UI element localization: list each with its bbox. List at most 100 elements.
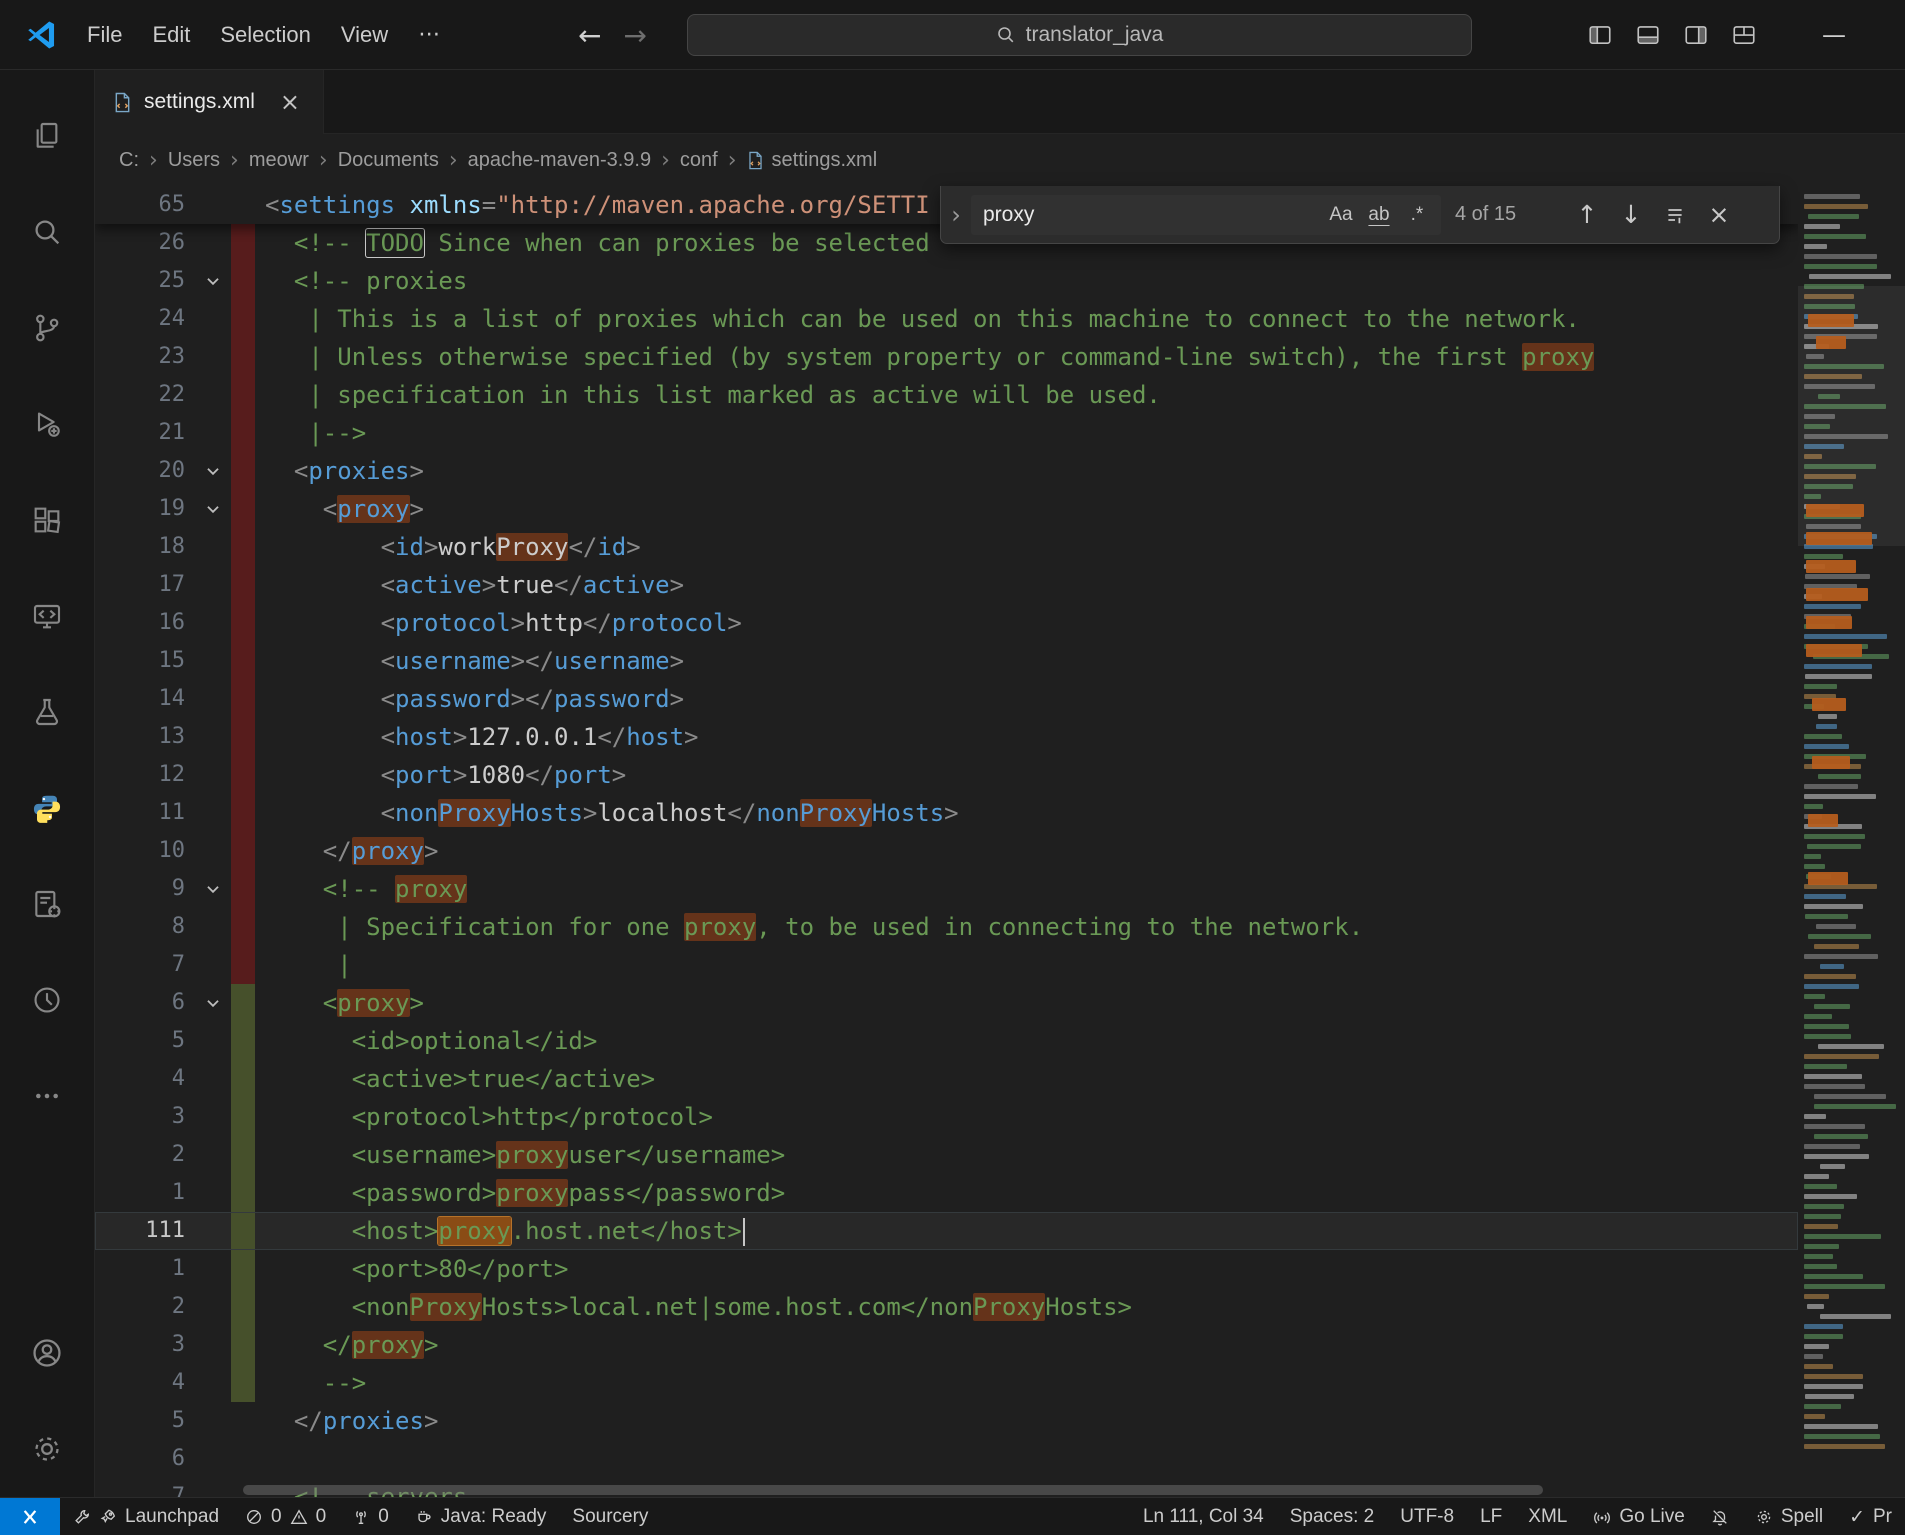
source-control-icon[interactable] [0,280,95,376]
code-line[interactable]: 14 <password></password> [95,680,1798,718]
editor[interactable]: 65 <settings xmlns="http://maven.apache.… [95,186,1798,1497]
status-encoding[interactable]: UTF-8 [1387,1498,1467,1535]
customize-layout-icon[interactable] [1724,15,1764,55]
line-number[interactable]: 15 [95,642,195,680]
code-line[interactable]: 4 --> [95,1364,1798,1402]
status-sourcery[interactable]: Sourcery [559,1498,661,1535]
line-number[interactable]: 20 [95,452,195,490]
forward-button[interactable]: → [623,19,646,52]
code-line[interactable]: 8 | Specification for one proxy, to be u… [95,908,1798,946]
line-number[interactable]: 22 [95,376,195,414]
line-number[interactable]: 24 [95,300,195,338]
line-number[interactable]: 4 [95,1060,195,1098]
code-line[interactable]: 15 <username></username> [95,642,1798,680]
code-line[interactable]: 111 <host>proxy.host.net</host> [95,1212,1798,1250]
status-language-mode[interactable]: XML [1515,1498,1580,1535]
line-number[interactable]: 25 [95,262,195,300]
fold-chevron-icon[interactable] [195,870,231,908]
account-icon[interactable] [0,1305,95,1401]
line-number[interactable]: 23 [95,338,195,376]
testing-icon[interactable] [0,664,95,760]
line-number[interactable]: 8 [95,908,195,946]
code-line[interactable]: 5 </proxies> [95,1402,1798,1440]
fold-chevron-icon[interactable] [195,490,231,528]
line-number[interactable]: 12 [95,756,195,794]
line-number[interactable]: 111 [95,1212,195,1250]
code-line[interactable]: 12 <port>1080</port> [95,756,1798,794]
line-number[interactable]: 6 [95,984,195,1022]
toggle-secondary-sidebar-icon[interactable] [1676,15,1716,55]
code-line[interactable]: 3 </proxy> [95,1326,1798,1364]
line-number[interactable]: 2 [95,1288,195,1326]
code-line[interactable]: 6 <proxy> [95,984,1798,1022]
minimize-window-button[interactable]: — [1806,0,1862,70]
fold-chevron-icon[interactable] [195,452,231,490]
line-number[interactable]: 17 [95,566,195,604]
close-find-button[interactable]: × [1697,195,1741,235]
code-line[interactable]: 1 <password>proxypass</password> [95,1174,1798,1212]
code-line[interactable]: 5 <id>optional</id> [95,1022,1798,1060]
toggle-panel-icon[interactable] [1628,15,1668,55]
code-line[interactable]: 16 <protocol>http</protocol> [95,604,1798,642]
breadcrumb-item[interactable]: C: [119,149,139,172]
breadcrumb-item[interactable]: Users [168,149,220,172]
match-case-button[interactable]: Aa [1323,199,1359,231]
next-match-button[interactable]: ↓ [1609,195,1653,235]
code-line[interactable]: 6 [95,1440,1798,1478]
status-prettier[interactable]: ✓Pr [1836,1498,1905,1535]
breadcrumb-item[interactable]: conf [680,149,718,172]
explorer-icon[interactable] [0,88,95,184]
status-remote-indicator[interactable] [0,1498,60,1535]
line-number[interactable]: 3 [95,1326,195,1364]
horizontal-scrollbar[interactable] [95,1483,1798,1497]
line-number[interactable]: 19 [95,490,195,528]
line-number[interactable]: 16 [95,604,195,642]
toggle-replace-button[interactable]: › [941,186,971,243]
more-views-icon[interactable] [0,1048,95,1144]
menu-file[interactable]: File [72,15,137,55]
line-number[interactable]: 9 [95,870,195,908]
code-line[interactable]: 25 <!-- proxies [95,262,1798,300]
line-number[interactable]: 18 [95,528,195,566]
tab-settings-xml[interactable]: settings.xml × [95,70,324,134]
tab-close-icon[interactable]: × [275,87,305,117]
menu-more[interactable]: ⋯ [403,15,455,55]
line-number[interactable]: 2 [95,1136,195,1174]
horizontal-scrollbar-thumb[interactable] [243,1485,1543,1495]
breadcrumb-item[interactable]: Documents [338,149,439,172]
line-number[interactable]: 4 [95,1364,195,1402]
line-number[interactable]: 7 [95,946,195,984]
code-line[interactable]: 19 <proxy> [95,490,1798,528]
python-icon[interactable] [0,760,95,856]
code-line[interactable]: 22 | specification in this list marked a… [95,376,1798,414]
find-input[interactable] [983,203,1321,227]
previous-match-button[interactable]: ↑ [1565,195,1609,235]
line-number[interactable]: 21 [95,414,195,452]
code-line[interactable]: 7 | [95,946,1798,984]
minimap[interactable] [1798,186,1905,1497]
status-notifications[interactable] [1698,1498,1742,1535]
status-indentation[interactable]: Spaces: 2 [1277,1498,1388,1535]
back-button[interactable]: ← [578,19,601,52]
line-number[interactable]: 10 [95,832,195,870]
code-line[interactable]: 20 <proxies> [95,452,1798,490]
line-number[interactable]: 1 [95,1174,195,1212]
whole-word-button[interactable]: ab [1361,199,1397,231]
line-number[interactable]: 14 [95,680,195,718]
code-line[interactable]: 24 | This is a list of proxies which can… [95,300,1798,338]
status-spell[interactable]: Spell [1742,1498,1836,1535]
find-in-selection-button[interactable] [1653,195,1697,235]
line-number[interactable]: 6 [95,1440,195,1478]
line-number[interactable]: 11 [95,794,195,832]
menu-view[interactable]: View [326,15,403,55]
code-line[interactable]: 10 </proxy> [95,832,1798,870]
code-line[interactable]: 21 |--> [95,414,1798,452]
continue-extension-icon[interactable] [0,952,95,1048]
status-java-status[interactable]: Java: Ready [402,1498,560,1535]
settings-gear-icon[interactable] [0,1401,95,1497]
notebook-extension-icon[interactable] [0,856,95,952]
extensions-icon[interactable] [0,472,95,568]
fold-chevron-icon[interactable] [195,984,231,1022]
code-line[interactable]: 11 <nonProxyHosts>localhost</nonProxyHos… [95,794,1798,832]
code-line[interactable]: 2 <nonProxyHosts>local.net|some.host.com… [95,1288,1798,1326]
